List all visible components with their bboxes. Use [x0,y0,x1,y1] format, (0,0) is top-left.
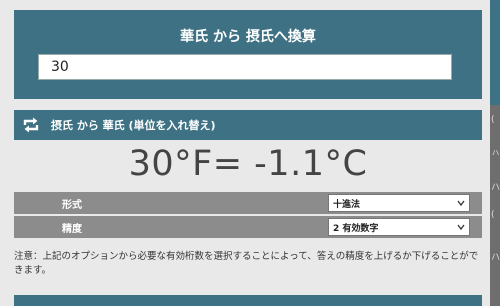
converter-title: 華氏 から 摂氏へ換算 [180,29,316,45]
sidebar-link[interactable]: ㇵ [491,145,500,158]
precision-label: 精度 [62,224,82,235]
format-selected-value: 十進法 [333,199,361,210]
sidebar-link[interactable]: ハ [491,250,500,263]
swap-units-button[interactable]: 摂氏 から 華氏 (単位を入れ替え) [14,110,482,140]
swap-units-label: 摂氏 から 華氏 (単位を入れ替え) [51,119,216,132]
format-label: 形式 [62,200,82,211]
chevron-down-icon [457,221,465,236]
precision-note: 注意：上記のオプションから必要な有効桁数を選択することによって、答えの精度を上げ… [14,251,479,276]
value-input[interactable] [38,54,452,80]
precision-selected-value: 2 有効数字 [333,223,379,234]
option-row-format: 形式 十進法 [14,192,482,214]
precision-select[interactable]: 2 有効数字 [328,218,470,236]
sidebar-link[interactable]: ( [491,210,500,220]
sidebar-link[interactable]: ( [491,115,500,125]
converter-header-panel: 華氏 から 摂氏へ換算 [14,10,482,99]
option-row-precision: 精度 2 有効数字 [14,216,482,238]
right-sidebar: ( ㇵ ハ ( ハ [490,0,500,306]
conversion-result: 30°F= -1.1°C [128,144,368,184]
chevron-down-icon [457,197,465,212]
swap-arrows-icon [20,114,42,136]
right-sidebar-header [490,0,500,105]
format-select[interactable]: 十進法 [328,194,470,212]
sidebar-link[interactable]: ハ [491,180,500,193]
next-section-bar [14,295,482,306]
